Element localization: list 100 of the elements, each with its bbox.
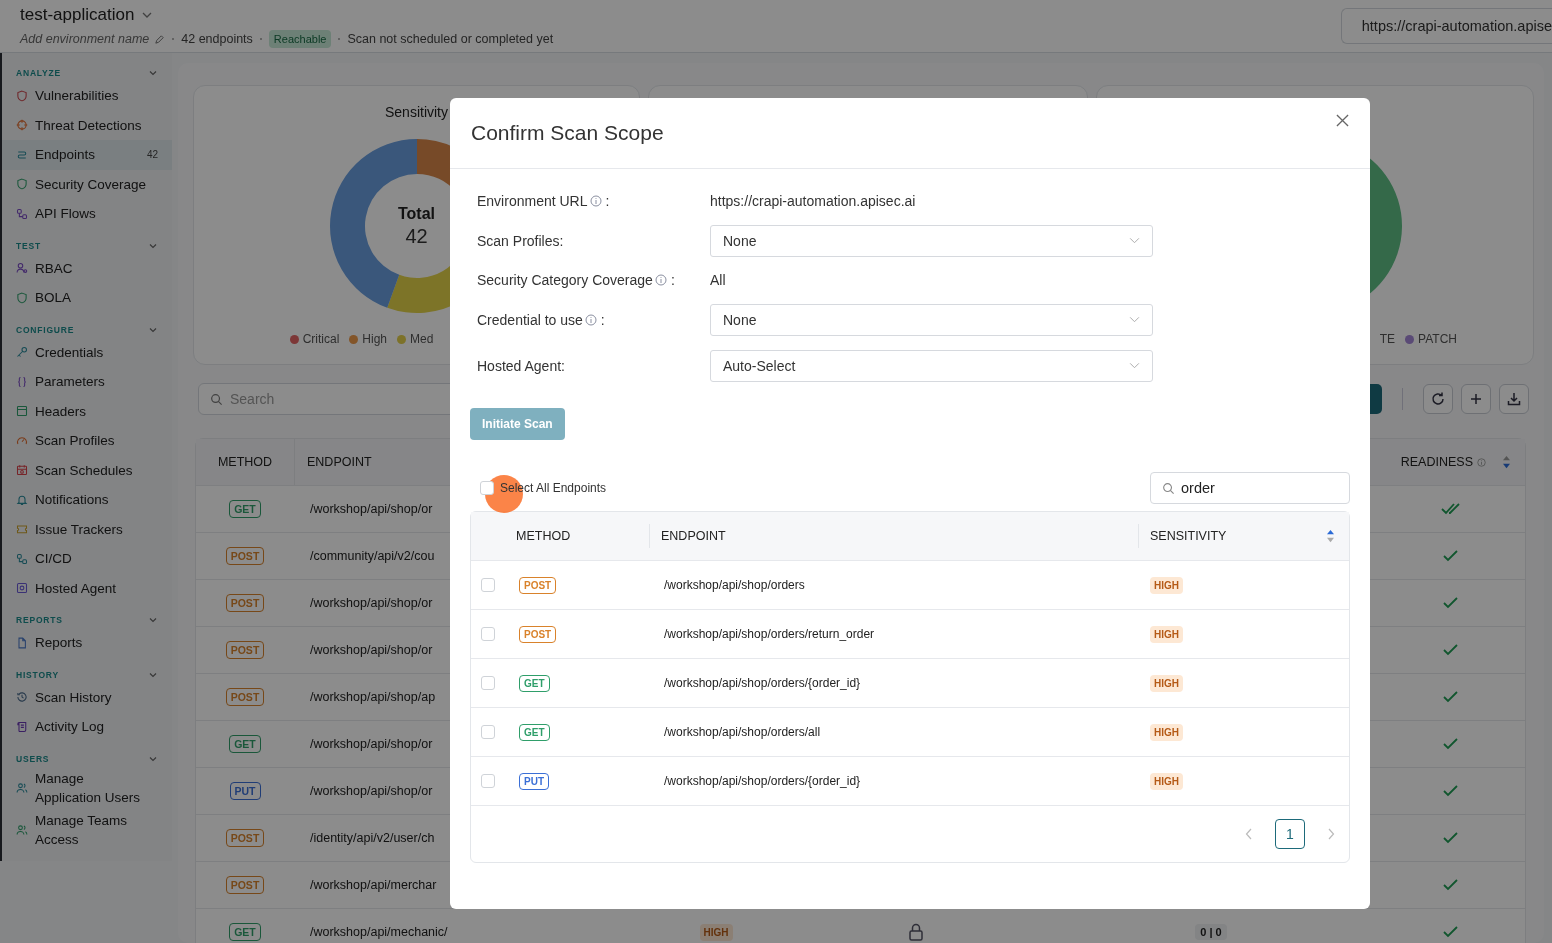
nav-item[interactable]: Notifications [2, 485, 172, 515]
nav-item[interactable]: API Flows [2, 199, 172, 229]
legend-label: High [362, 332, 387, 346]
close-icon[interactable] [1336, 113, 1349, 127]
column-header: METHOD [216, 454, 274, 471]
nav-item[interactable]: Scan History [2, 682, 172, 712]
endpoint-count: 42 endpoints [181, 32, 253, 46]
method-badge: POST [225, 594, 265, 612]
section-title: USERS [16, 753, 50, 764]
next-page-icon[interactable] [1327, 828, 1335, 840]
method-badge: POST [225, 547, 265, 565]
nav-item[interactable]: Security Coverage [2, 169, 172, 199]
sort-icon[interactable] [1502, 455, 1511, 469]
method-badge: POST [225, 688, 265, 706]
download-icon[interactable] [1499, 384, 1529, 414]
checkbox[interactable] [481, 725, 495, 739]
table-cell: /workshop/api/merchar [310, 878, 437, 892]
checkbox[interactable] [481, 578, 495, 592]
field-label: Hosted Agent: [477, 357, 565, 374]
table-cell: /workshop/api/shop/orders/{order_id} [664, 676, 861, 690]
nav-item[interactable]: Scan Schedules [2, 455, 172, 485]
pencil-icon[interactable] [154, 33, 166, 45]
sensitivity-badge: HIGH [1150, 772, 1183, 790]
chevron-down-icon [1129, 237, 1140, 244]
plus-icon[interactable] [1461, 384, 1491, 414]
nav-item[interactable]: Activity Log [2, 712, 172, 742]
chevron-down-icon[interactable] [148, 68, 158, 78]
users-icon [16, 823, 28, 836]
method-badge: PUT [519, 772, 549, 790]
field-label: Scan Profiles: [477, 232, 564, 249]
nav-item[interactable]: Headers [2, 396, 172, 426]
nav-item[interactable]: CI/CD [2, 544, 172, 574]
shield-icon [16, 178, 28, 191]
nav-item[interactable]: Scan Profiles [2, 426, 172, 456]
checkbox[interactable] [481, 627, 495, 641]
chevron-down-icon[interactable] [142, 12, 153, 18]
method-badge: GET [519, 674, 550, 692]
user-icon [16, 262, 28, 275]
field-label: : [605, 193, 610, 209]
nav-item[interactable]: Manage Application Users [2, 766, 172, 809]
sensitivity-badge: HIGH [699, 923, 733, 941]
page-button[interactable]: 1 [1275, 819, 1305, 849]
select-field[interactable]: None [710, 303, 1153, 336]
chevron-down-icon [1129, 362, 1140, 369]
sort-icon[interactable] [1326, 529, 1335, 543]
checkbox[interactable] [480, 481, 494, 495]
nav-item[interactable]: Vulnerabilities [2, 81, 172, 111]
field-label: Security Category Coverage [477, 272, 653, 288]
table-cell: /workshop/api/mechanic/ [310, 925, 448, 939]
sensitivity-badge: HIGH [1150, 674, 1183, 692]
method-badge: GET [229, 500, 261, 518]
app-title[interactable]: test-application [20, 5, 135, 25]
nav-item[interactable]: Issue Trackers [2, 514, 172, 544]
url-field[interactable]: https://crapi-automation.apise [1340, 8, 1552, 44]
previous-page-icon[interactable] [1245, 828, 1253, 840]
table-cell: /identity/api/v2/user/ch [310, 831, 435, 845]
nav-item[interactable]: Hosted Agent [2, 573, 172, 603]
status-badge: Reachable [268, 30, 332, 48]
legend-label: TE [1379, 332, 1396, 346]
field-label: : [600, 311, 605, 328]
field-value: https://crapi-automation.apisec.ai [710, 193, 917, 209]
nodes-icon [16, 552, 28, 565]
nav-item[interactable]: Reports [2, 628, 172, 658]
checkbox[interactable] [481, 774, 495, 788]
chevron-down-icon[interactable] [148, 615, 158, 625]
history-icon [16, 691, 28, 704]
gauge-icon [16, 434, 28, 447]
info-icon [1477, 457, 1486, 467]
section-title: CONFIGURE [16, 324, 75, 335]
environment-name-placeholder[interactable]: Add environment name [20, 32, 150, 46]
document-icon [16, 636, 28, 649]
nav-item[interactable]: Manage Teams Access [2, 808, 172, 851]
sensitivity-badge: HIGH [1150, 576, 1183, 594]
nav-item[interactable]: Credentials [2, 337, 172, 367]
chevron-down-icon [1129, 316, 1140, 323]
field-label: Environment URL [477, 193, 588, 209]
total-value: 42 [405, 224, 428, 248]
table-cell: /workshop/api/shop/orders/return_order [664, 627, 875, 641]
table-cell: /workshop/api/shop/orders/{order_id} [664, 774, 861, 788]
legend-label: Med [410, 332, 434, 346]
checkbox[interactable] [481, 676, 495, 690]
table-cell: /workshop/api/shop/or [310, 784, 433, 798]
nav-item[interactable]: RBAC [2, 253, 172, 283]
table-cell: /workshop/api/shop/or [310, 596, 433, 610]
nav-item[interactable]: BOLA [2, 283, 172, 313]
method-badge: POST [225, 829, 265, 847]
field-label: Credential to use [477, 311, 583, 328]
nav-item[interactable]: Threat Detections [2, 110, 172, 140]
key-icon [16, 346, 28, 359]
crosshair-icon [16, 119, 28, 132]
chart-title: Sensitivity [385, 104, 448, 122]
nav-item[interactable]: Endpoints 42 [2, 140, 172, 170]
table-cell: /workshop/api/shop/orders/all [664, 725, 821, 739]
count-badge: 0 | 0 [1195, 924, 1227, 940]
select-field[interactable]: None [710, 224, 1153, 257]
refresh-icon[interactable] [1423, 384, 1453, 414]
nav-item[interactable]: Parameters [2, 367, 172, 397]
select-field[interactable]: Auto-Select [710, 349, 1153, 382]
search-field[interactable]: order [1150, 472, 1350, 504]
section-title: ANALYZE [16, 68, 61, 78]
